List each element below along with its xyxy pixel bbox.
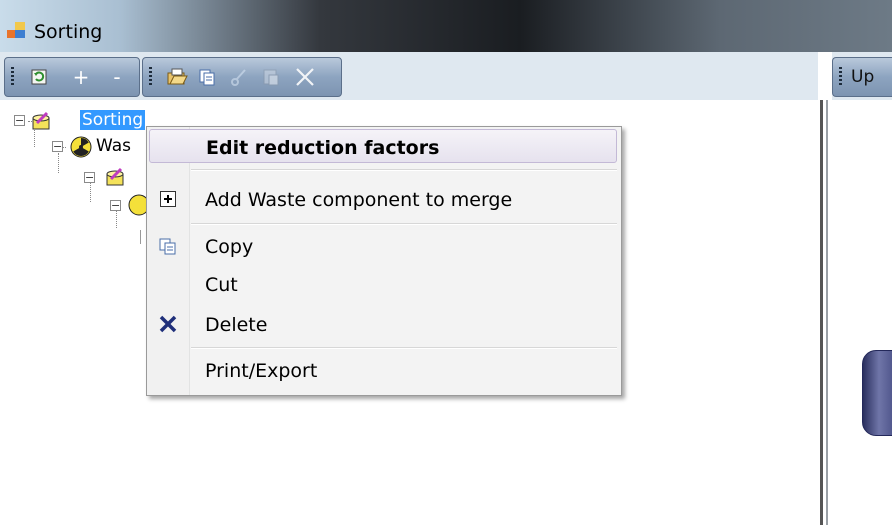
sorting-icon <box>32 111 50 130</box>
refresh-button[interactable] <box>27 65 51 89</box>
title-bar: Sorting <box>0 0 892 52</box>
remove-button[interactable]: - <box>105 65 129 89</box>
sorting-icon <box>106 167 124 186</box>
tree-node-waste[interactable]: Was <box>94 136 133 156</box>
collapse-toggle[interactable]: − <box>52 141 63 152</box>
panel-splitter[interactable] <box>818 52 832 525</box>
tree-line <box>140 230 142 244</box>
menu-item-add-waste-component[interactable]: Add Waste component to merge <box>149 182 617 216</box>
window-app-icon <box>7 22 25 38</box>
collapse-toggle[interactable]: − <box>14 115 25 126</box>
toolbar-grip[interactable] <box>839 67 842 87</box>
right-toolbar-label[interactable]: Up <box>851 67 874 87</box>
menu-item-label: Print/Export <box>205 360 318 382</box>
right-panel-button[interactable] <box>862 350 892 436</box>
add-button[interactable]: + <box>69 65 93 89</box>
cut-button[interactable] <box>227 65 251 89</box>
refresh-icon <box>31 69 47 85</box>
menu-item-label: Copy <box>205 236 254 258</box>
tree-line <box>58 153 60 173</box>
toolbar-grip[interactable] <box>149 67 152 87</box>
menu-item-delete[interactable]: Delete <box>149 307 617 341</box>
menu-separator <box>191 223 617 225</box>
tree-node-sorting[interactable]: Sorting <box>80 110 146 130</box>
menu-item-label: Add Waste component to merge <box>205 189 513 211</box>
context-menu: Edit reduction factors Add Waste compone… <box>146 126 622 396</box>
right-toolbar: Up <box>832 57 892 97</box>
menu-item-print-export[interactable]: Print/Export <box>149 353 617 387</box>
menu-item-label: Cut <box>205 274 238 296</box>
delete-icon <box>296 68 314 86</box>
tree-toolbar-1: + - <box>4 57 140 97</box>
window-title: Sorting <box>34 21 103 43</box>
delete-x-icon <box>157 313 179 335</box>
copy-button[interactable] <box>195 65 219 89</box>
splitter-bar <box>820 100 823 525</box>
delete-button[interactable] <box>293 65 317 89</box>
splitter-bar <box>826 100 828 525</box>
open-button[interactable] <box>165 65 189 89</box>
paste-button[interactable] <box>259 65 283 89</box>
menu-separator <box>191 347 617 349</box>
menu-separator <box>191 169 617 171</box>
paste-icon <box>263 69 279 86</box>
radiation-icon <box>70 136 92 158</box>
tree-toolbar-2 <box>142 57 342 97</box>
menu-item-label: Edit reduction factors <box>206 137 440 159</box>
collapse-toggle[interactable]: − <box>84 172 95 183</box>
menu-item-label: Delete <box>205 314 268 336</box>
cut-icon <box>231 69 246 86</box>
menu-item-cut[interactable]: Cut <box>149 267 617 301</box>
menu-item-copy[interactable]: Copy <box>149 229 617 263</box>
open-folder-icon <box>167 68 188 85</box>
add-icon <box>157 188 179 210</box>
copy-icon <box>199 69 215 86</box>
menu-item-edit-reduction-factors[interactable]: Edit reduction factors <box>149 129 617 163</box>
toolbar-grip[interactable] <box>11 67 14 87</box>
copy-icon <box>157 235 179 257</box>
collapse-toggle[interactable]: − <box>110 200 121 211</box>
